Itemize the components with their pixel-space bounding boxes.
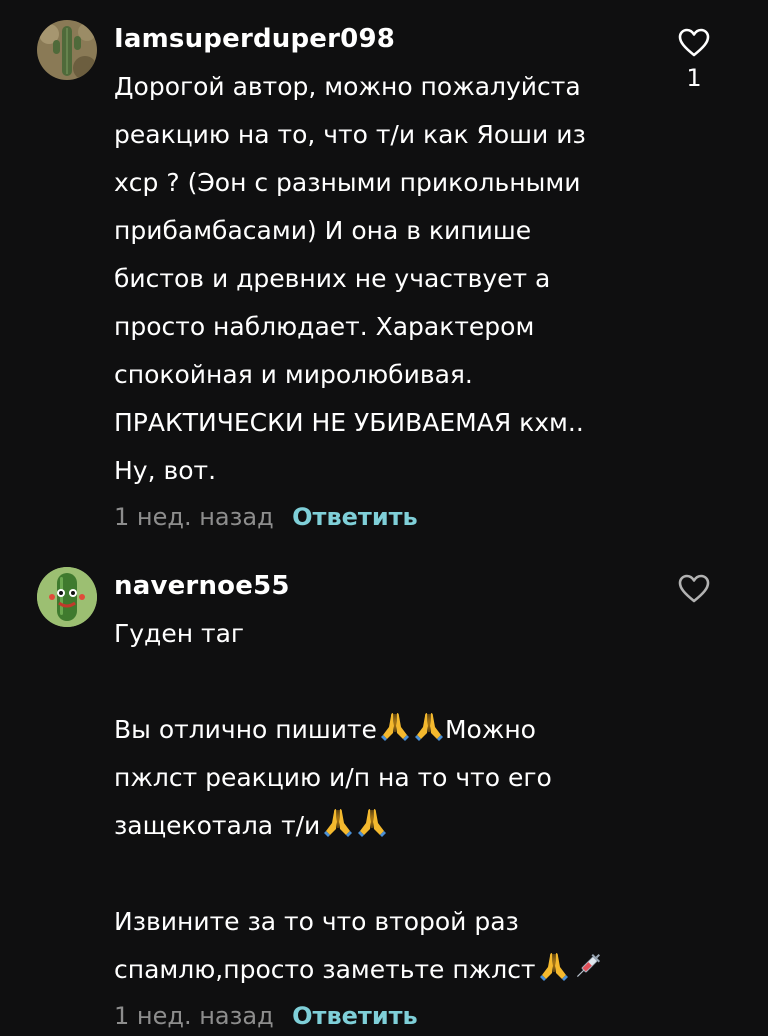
praying-hands-icon — [413, 710, 445, 742]
praying-hands-icon — [356, 806, 388, 838]
praying-hands-icon — [379, 710, 411, 742]
heart-icon — [674, 28, 714, 58]
syringe-icon — [572, 950, 604, 982]
comment-text-line — [114, 658, 654, 706]
comment-text-line: просто наблюдает. Характером — [114, 312, 535, 341]
comments-list: Iamsuperduper098 Дорогой автор, можно по… — [0, 0, 768, 1030]
comment-meta: 1 нед. назад Ответить — [114, 497, 654, 537]
comment-text-line: реакцию на то, что т/и как Яоши из — [114, 120, 586, 149]
comment-text-line: защекотала т/и — [114, 802, 654, 850]
comment-username[interactable]: navernoe55 — [114, 570, 654, 602]
reply-button[interactable]: Ответить — [292, 503, 418, 531]
praying-hands-icon — [538, 950, 570, 982]
comment-text-segment: спамлю,просто заметьте пжлст — [114, 955, 536, 984]
comment-text: Гуден таг Вы отлично пишите Можно пжлст р… — [114, 610, 654, 994]
comment-timestamp: 1 нед. назад — [114, 1002, 274, 1030]
comment-text-line: спокойная и миролюбивая. — [114, 360, 473, 389]
comment-username[interactable]: Iamsuperduper098 — [114, 23, 654, 55]
comment-text-line: бистов и древних не участвует а — [114, 264, 551, 293]
comment-text-line: Вы отлично пишите Можно — [114, 706, 654, 754]
comment-text-line: Дорогой автор, можно пожалуйста — [114, 72, 581, 101]
praying-hands-icon — [322, 806, 354, 838]
comment-text-line: хср ? (Эон с разными прикольными — [114, 168, 581, 197]
comment-text-line: прибамбасами) И она в кипише — [114, 216, 532, 245]
comment-text-line: ПРАКТИЧЕСКИ НЕ УБИВАЕМАЯ кхм.. — [114, 408, 584, 437]
comment-text-line: пжлст реакцию и/п на то что его — [114, 763, 552, 792]
comment-text-line: спамлю,просто заметьте пжлст — [114, 946, 654, 994]
heart-icon — [674, 574, 714, 604]
cactus-avatar[interactable] — [37, 20, 97, 80]
comment-text-line: Ну, вот. — [114, 456, 217, 485]
comment-text: Дорогой автор, можно пожалуйста реакцию … — [114, 63, 654, 495]
comment-text-line: Гуден таг — [114, 619, 245, 648]
like-button[interactable]: 1 — [674, 28, 714, 92]
comment-text-segment: Вы отлично пишите — [114, 715, 377, 744]
cucumber-avatar[interactable] — [37, 567, 97, 627]
reply-button[interactable]: Ответить — [292, 1002, 418, 1030]
like-button[interactable] — [674, 574, 714, 604]
comment-timestamp: 1 нед. назад — [114, 503, 274, 531]
comment-text-line: Извините за то что второй раз — [114, 907, 519, 936]
comment-text-segment: Можно — [444, 715, 536, 744]
comment-text-line — [114, 850, 654, 898]
comment-text-segment: защекотала т/и — [114, 811, 321, 840]
comment-meta: 1 нед. назад Ответить — [114, 996, 654, 1036]
like-count: 1 — [686, 64, 702, 92]
